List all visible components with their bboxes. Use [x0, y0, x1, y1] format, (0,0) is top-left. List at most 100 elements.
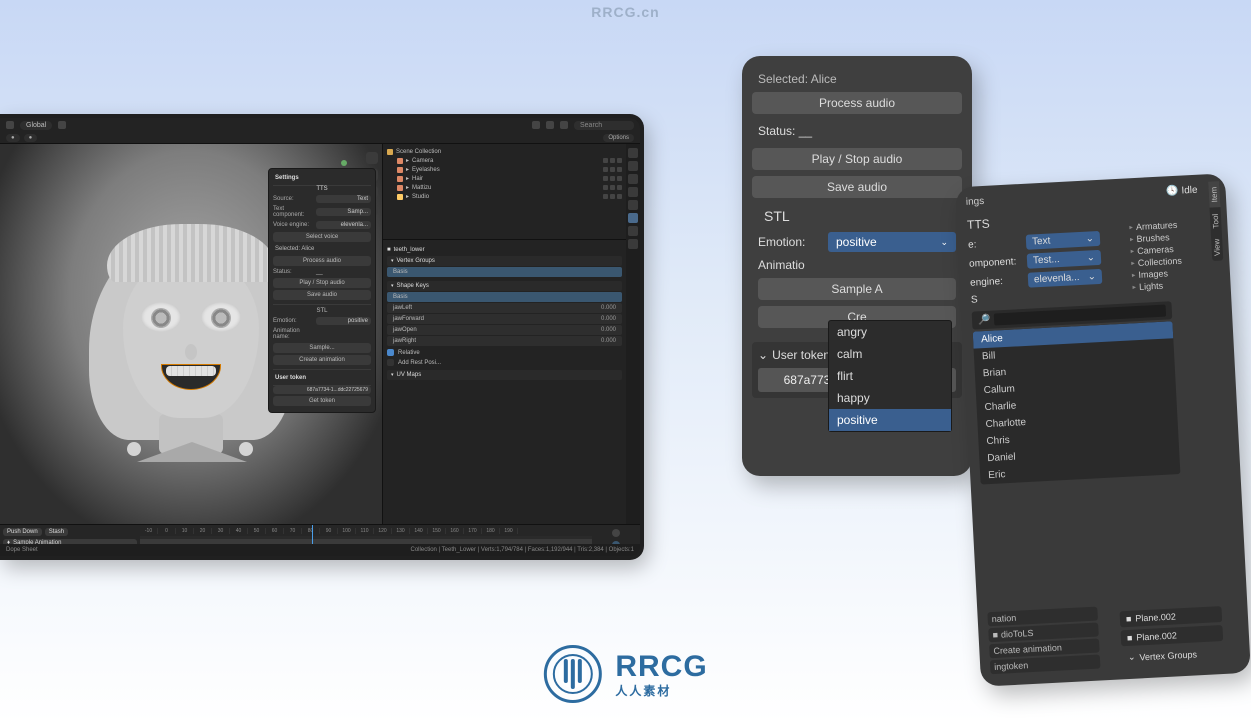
shape-keys-header[interactable]: Shape Keys — [387, 281, 622, 291]
stash-button[interactable]: Stash — [45, 528, 68, 536]
shape-key-item[interactable]: Basis — [387, 292, 622, 302]
emotion-dropdown-menu: angry calm flirt happy positive — [828, 320, 952, 432]
object-data-tab-icon[interactable] — [628, 213, 638, 223]
source-field[interactable]: Text⌄ — [1026, 231, 1101, 250]
modifier-tab-icon[interactable] — [628, 226, 638, 236]
dropdown-item-selected[interactable]: positive — [829, 409, 951, 431]
properties-breadcrumb[interactable]: ■ teeth_lower — [387, 247, 622, 253]
partial-button[interactable]: ingtoken — [990, 654, 1101, 674]
sample-button[interactable]: Sample A — [758, 278, 956, 300]
comp-field[interactable]: Test...⌄ — [1027, 250, 1102, 269]
output-tab-icon[interactable] — [628, 161, 638, 171]
chevron-down-icon: ⌄ — [940, 237, 948, 248]
material-tab-icon[interactable] — [628, 239, 638, 249]
view-tab-icon[interactable] — [628, 174, 638, 184]
shape-key-item[interactable]: jawLeft0.000 — [387, 303, 622, 313]
3d-viewport[interactable]: Settings TTS Source:Text Text component:… — [0, 144, 382, 524]
menu-icon[interactable] — [58, 121, 66, 129]
select-voice-button[interactable]: Select voice — [273, 232, 371, 242]
shading-icon[interactable] — [560, 121, 568, 129]
outliner-panel[interactable]: Scene Collection ▸ Camera ▸ Eyelashes ▸ … — [383, 144, 626, 240]
voice-label: Voice engine: — [273, 222, 313, 228]
status-left: Dope Sheet — [6, 547, 38, 553]
object-row[interactable]: ■ Plane.002 — [1121, 625, 1224, 646]
relative-checkbox[interactable] — [387, 349, 394, 356]
save-audio-button[interactable]: Save audio — [752, 176, 962, 198]
overlay-toggle-icon[interactable] — [532, 121, 540, 129]
options-button[interactable]: Options — [603, 134, 634, 142]
top-bar: Global Search — [0, 118, 640, 132]
emotion-label: Emotion: — [273, 318, 313, 324]
outliner-category[interactable]: Lights — [1132, 279, 1202, 293]
tab-item[interactable]: Item — [1208, 182, 1220, 208]
push-down-button[interactable]: Push Down — [3, 528, 42, 536]
outliner-item[interactable]: ▸ Eyelashes — [387, 165, 622, 174]
outliner-item[interactable]: ▸ Camera — [387, 156, 622, 165]
rrcg-logo-icon — [543, 645, 601, 703]
dropdown-item[interactable]: happy — [829, 387, 951, 409]
tab-tool[interactable]: Tool — [1210, 208, 1222, 233]
status-value: __ — [316, 269, 323, 275]
textcomp-field[interactable]: Samp... — [316, 208, 371, 216]
header-search-input[interactable]: Search — [574, 121, 634, 130]
play-stop-button[interactable]: Play / Stop audio — [752, 148, 962, 170]
vertex-group-item[interactable]: Basis — [387, 267, 622, 277]
outliner-item[interactable]: ▸ Mattizu — [387, 183, 622, 192]
source-field[interactable]: Text — [316, 195, 371, 203]
tab-view[interactable]: View — [1211, 234, 1223, 262]
dropdown-item[interactable]: calm — [829, 343, 951, 365]
header-option-b[interactable]: ● — [24, 134, 38, 142]
n-panel-tabs: Item Tool View — [1208, 182, 1223, 262]
relative-label: Relative — [398, 350, 420, 356]
zoom-icon[interactable] — [366, 152, 378, 164]
process-audio-button[interactable]: Process audio — [752, 92, 962, 114]
emotion-dropdown[interactable]: positive⌄ — [828, 232, 956, 252]
mode-selector[interactable]: Global — [20, 121, 52, 130]
addon-panel: Settings TTS Source:Text Text component:… — [268, 168, 376, 413]
get-token-button[interactable]: Get token — [273, 396, 371, 406]
scene-tab-icon[interactable] — [628, 187, 638, 197]
save-audio-button[interactable]: Save audio — [273, 290, 371, 300]
addon-panel-header[interactable]: Settings — [273, 173, 371, 186]
user-token-value[interactable]: 687a7734-1...ddc22725679 — [273, 386, 371, 394]
timeline-ruler[interactable]: -100102030405060708090100110120130140150… — [140, 525, 592, 536]
play-stop-button[interactable]: Play / Stop audio — [273, 278, 371, 288]
selected-voice-text: Selected: Alice — [752, 72, 962, 86]
shape-key-item[interactable]: jawOpen0.000 — [387, 325, 622, 335]
create-animation-button[interactable]: Create animation — [273, 355, 371, 365]
outliner-root[interactable]: Scene Collection — [387, 148, 622, 156]
uv-maps-header[interactable]: UV Maps — [387, 370, 622, 380]
dropdown-item[interactable]: angry — [829, 321, 951, 343]
source-label: e: — [968, 237, 1023, 251]
shape-key-item[interactable]: jawRight0.000 — [387, 336, 622, 346]
voice-field[interactable]: elevenla... — [316, 221, 371, 229]
stl-header: STL — [764, 208, 962, 224]
dropdown-item[interactable]: flirt — [829, 365, 951, 387]
add-rest-checkbox[interactable] — [387, 359, 394, 366]
add-rest-label: Add Rest Posi... — [398, 360, 441, 366]
status-label: Status: — [273, 269, 313, 275]
logo-subtitle: 人人素材 — [615, 682, 707, 699]
outliner-mini: Armatures Brushes Cameras Collections Im… — [1129, 217, 1203, 295]
render-tab-icon[interactable] — [628, 148, 638, 158]
shape-key-item[interactable]: jawForward0.000 — [387, 314, 622, 324]
emotion-field[interactable]: positive — [316, 317, 371, 325]
outliner-item[interactable]: ▸ Hair — [387, 174, 622, 183]
header-option-a[interactable]: ● — [6, 134, 20, 142]
vertex-groups-header[interactable]: Vertex Groups — [387, 256, 622, 266]
status-bar: Dope Sheet Collection | Teeth_Lower | Ve… — [0, 544, 640, 556]
user-token-header[interactable]: User token — [273, 373, 371, 386]
selected-voice-text: Selected: Alice — [273, 244, 371, 254]
engine-field[interactable]: elevenla...⌄ — [1028, 269, 1103, 288]
source-label: Source: — [273, 196, 313, 202]
outliner-item[interactable]: ▸ Studio — [387, 192, 622, 201]
process-audio-button[interactable]: Process audio — [273, 256, 371, 266]
world-tab-icon[interactable] — [628, 200, 638, 210]
sample-button[interactable]: Sample... — [273, 343, 371, 353]
shading-icon[interactable] — [546, 121, 554, 129]
vertex-groups-header[interactable]: ⌄ Vertex Groups — [1122, 644, 1225, 666]
textcomp-label: Text component: — [273, 206, 313, 218]
skip-start-icon[interactable] — [612, 529, 620, 537]
object-row[interactable]: ■ Plane.002 — [1120, 606, 1223, 627]
blender-window: Global Search ● ● Options — [0, 114, 644, 560]
